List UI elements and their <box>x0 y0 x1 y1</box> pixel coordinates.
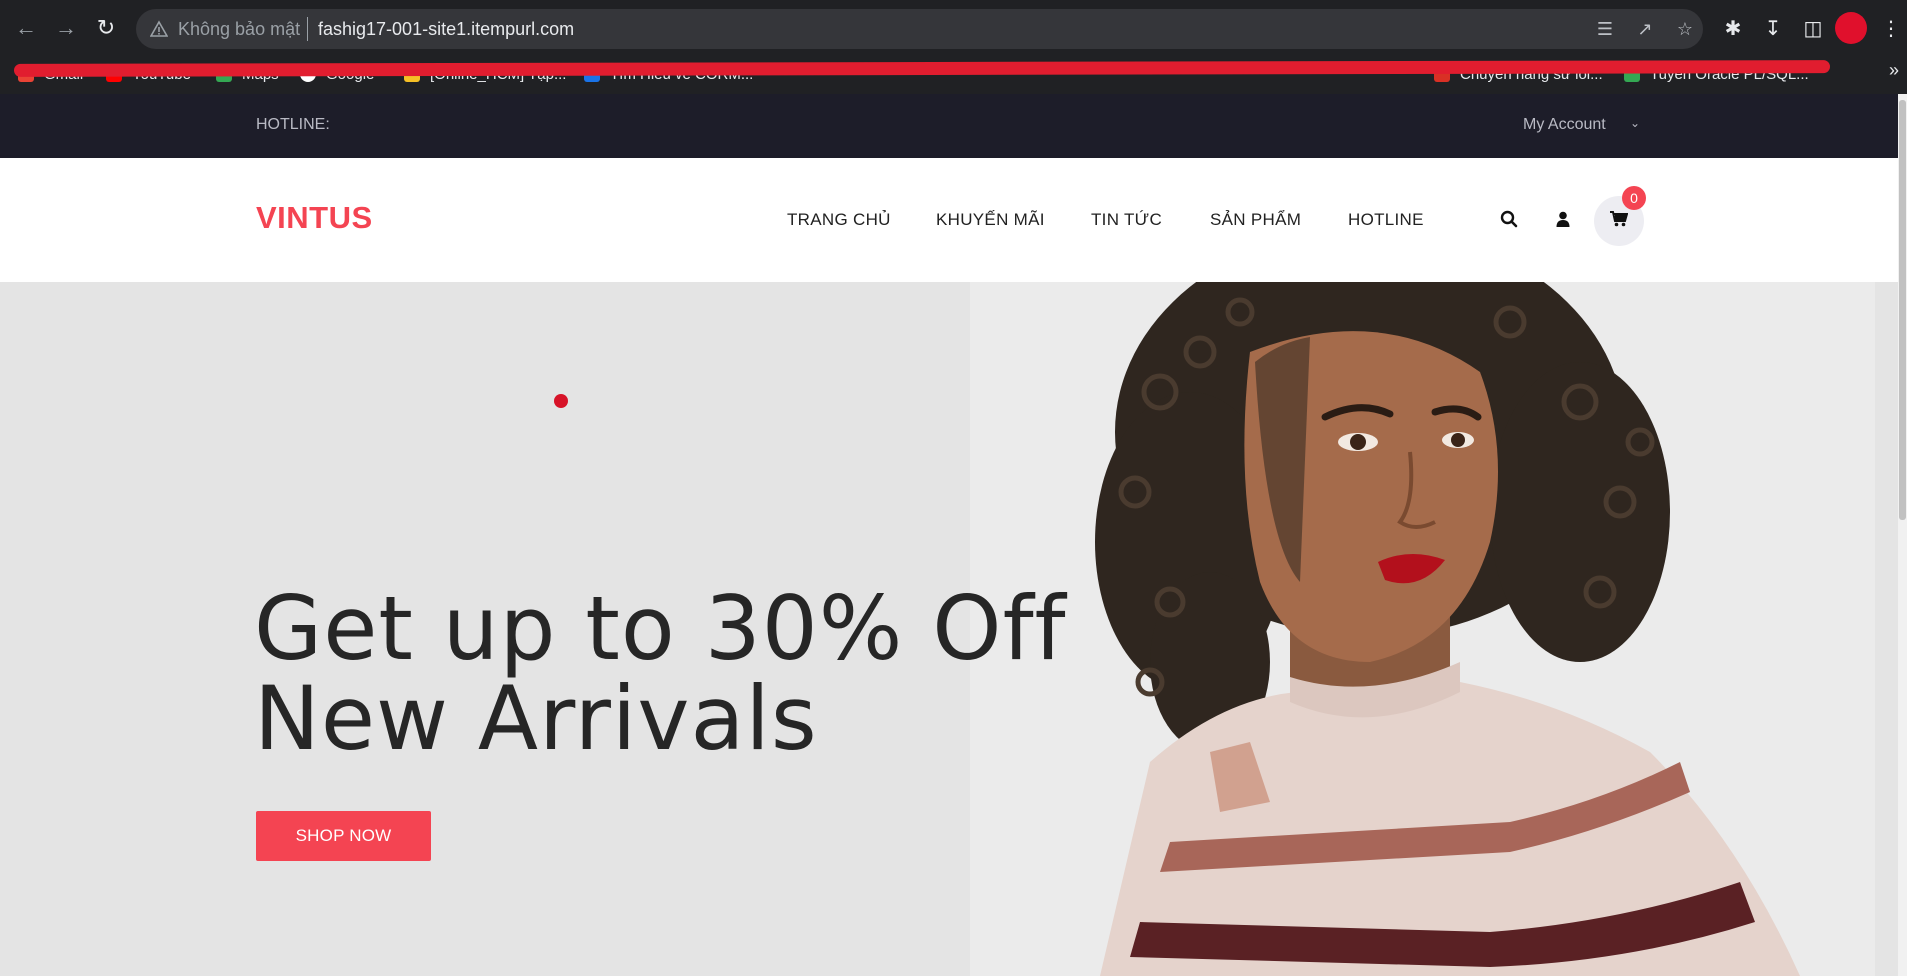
site-logo[interactable]: VINTUS <box>256 200 373 236</box>
hero-headline-line1: Get up to 30% Off <box>254 577 1067 680</box>
cart-count-badge: 0 <box>1622 186 1646 210</box>
hero-model-image <box>1095 282 1800 976</box>
nav-trang-chu[interactable]: TRANG CHỦ <box>787 210 891 230</box>
reload-icon[interactable]: ↻ <box>90 12 122 44</box>
slider-indicator-dot[interactable] <box>554 394 568 408</box>
hotline-label: HOTLINE: <box>256 116 330 133</box>
address-bar[interactable]: Không bảo mật fashig17-001-site1.itempur… <box>136 9 1703 49</box>
more-bookmarks-icon[interactable]: » <box>1889 60 1899 81</box>
scrollbar-thumb[interactable] <box>1899 100 1906 520</box>
download-icon[interactable]: ↧ <box>1757 12 1789 44</box>
menu-kebab-icon[interactable]: ⋮ <box>1875 12 1907 44</box>
hero-headline-line2: New Arrivals <box>254 667 818 770</box>
site-header: VINTUS TRANG CHỦ KHUYẾN MÃI TIN TỨC SẢN … <box>0 158 1898 282</box>
cart-icon[interactable] <box>1606 206 1632 232</box>
bookmark-star-icon[interactable]: ☆ <box>1673 17 1697 41</box>
translate-icon[interactable]: ☰ <box>1593 17 1617 41</box>
nav-tin-tuc[interactable]: TIN TỨC <box>1091 210 1162 230</box>
chevron-down-icon[interactable]: ⌄ <box>1630 116 1640 130</box>
warning-icon <box>150 20 168 37</box>
nav-san-pham[interactable]: SẢN PHẨM <box>1210 210 1301 230</box>
site-topbar: HOTLINE: My Account ⌄ <box>0 94 1898 158</box>
url-text[interactable]: fashig17-001-site1.itempurl.com <box>318 19 574 40</box>
extensions-icon[interactable]: ✱ <box>1717 12 1749 44</box>
search-icon[interactable] <box>1496 206 1522 232</box>
nav-hotline[interactable]: HOTLINE <box>1348 210 1424 230</box>
forward-icon[interactable]: → <box>50 12 82 44</box>
omnibox-divider <box>307 17 308 41</box>
hero-headline: Get up to 30% Off New Arrivals <box>254 584 1067 764</box>
profile-avatar[interactable] <box>1835 12 1867 44</box>
my-account-dropdown[interactable]: My Account <box>1523 116 1606 134</box>
nav-khuyen-mai[interactable]: KHUYẾN MÃI <box>936 210 1045 230</box>
browser-toolbar: ← → ↻ Không bảo mật fashig17-001-site1.i… <box>0 0 1907 58</box>
share-icon[interactable]: ↗ <box>1633 17 1657 41</box>
security-label[interactable]: Không bảo mật <box>178 19 300 40</box>
back-icon[interactable]: ← <box>10 12 42 44</box>
hero-banner: Get up to 30% Off New Arrivals SHOP NOW <box>0 282 1898 976</box>
user-icon[interactable] <box>1550 206 1576 232</box>
side-panel-icon[interactable]: ◫ <box>1797 12 1829 44</box>
shop-now-button[interactable]: SHOP NOW <box>256 811 431 861</box>
